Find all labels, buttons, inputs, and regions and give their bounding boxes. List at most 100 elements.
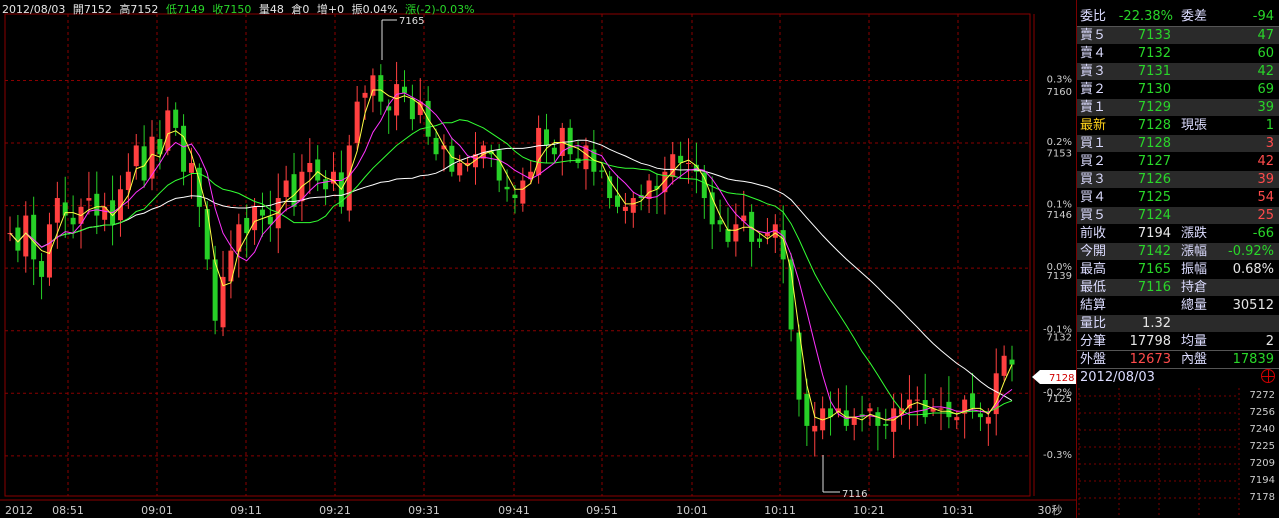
ask-row[interactable]: 賣２ 7130 69 [1077,81,1279,98]
candle-body [954,417,960,421]
candle-body [23,215,29,257]
pct-tick-label: 0.2% [1047,137,1072,148]
ohlc-header: 2012/08/03 開7152 高7152 低7149 收7150 量48 倉… [2,1,479,17]
header-low: 低7149 [165,3,205,16]
price-tick-label: 7125 [1047,394,1072,405]
candle-body [812,425,818,432]
order-ratio-row: 委比 -22.38% 委差 -94 [1077,8,1279,25]
intraday-chart[interactable]: 0.3%0.2%0.1%0.0%-0.1%-0.2%-0.3%716071537… [0,0,1076,518]
quote-panel: 委比 -22.38% 委差 -94 賣５ 7133 47 賣４ 7132 60 賣３ 71… [1076,0,1279,518]
candle-body [54,198,60,223]
crosshair-icon[interactable] [1261,369,1275,383]
time-tick-label: 09:21 [319,504,351,517]
time-tick-label: 09:01 [141,504,173,517]
time-tick-label: 10:11 [764,504,796,517]
header-oi-change: 增+0 [316,3,345,16]
candle-body [496,150,502,181]
price-tick-label: 7160 [1047,87,1072,98]
time-tick-label: 09:31 [408,504,440,517]
bid-row[interactable]: 買２ 7127 42 [1077,153,1279,170]
candle-body [985,417,991,424]
header-oi: 倉0 [291,3,310,16]
candle-body [520,180,526,204]
header-volume: 量48 [258,3,284,16]
candle-body [394,84,400,116]
last-price: 7128 [1137,118,1171,133]
time-tick-label: 10:01 [676,504,708,517]
header-open: 開7152 [72,3,112,16]
outer-inner-row: 外盤 12673 內盤 17839 [1080,352,1274,367]
header-date: 2012/08/03 [2,3,66,16]
price-axis: 0.3%0.2%0.1%0.0%-0.1%-0.2%-0.3%716071537… [1043,74,1072,460]
candle-body [977,413,983,418]
candle-body [125,171,131,191]
open-row: 今開 7142 漲幅 -0.92% [1077,243,1279,260]
candle-body [512,194,518,199]
high-marker: 7165 [381,16,424,60]
candle-body [970,393,976,409]
candle-body [244,217,250,234]
candle-body [173,109,179,128]
candle-body [252,206,258,231]
last-price-row[interactable]: 最新 7128 現張 1 [1077,117,1279,134]
candle-body [433,137,439,155]
settle-row: 結算 總量 30512 [1080,298,1274,313]
mini-tick-label: 7194 [1249,475,1275,486]
volume-ratio-row: 量比 1.32 [1077,315,1279,332]
candle-body [188,162,194,173]
candle-body [409,97,415,120]
price-tick-label: 7132 [1047,332,1072,343]
ask-row[interactable]: 賣１ 7129 39 [1077,99,1279,116]
ask-row[interactable]: 賣５ 7133 47 [1077,27,1279,44]
low-marker: 7116 [822,455,867,500]
bid-row[interactable]: 買５ 7124 25 [1077,207,1279,224]
candle-body [323,179,329,190]
price-tick-label: 7139 [1047,271,1072,282]
candle-body [544,129,550,146]
candle-body [94,193,100,216]
low-row: 最低 7116 持倉 [1077,279,1279,296]
candle-body [449,145,455,172]
candle-body [165,110,171,151]
candle-body [1001,355,1007,376]
candle-body [133,145,139,167]
bid-row[interactable]: 買１ 7128 3 [1077,135,1279,152]
prev-close-row: 前收 7194 漲跌 -66 [1080,226,1274,241]
candle-body [181,125,187,172]
bid-row[interactable]: 買４ 7125 54 [1077,189,1279,206]
candle-body [701,172,707,199]
mini-tick-label: 7272 [1249,390,1275,401]
candle-body [599,170,605,172]
mini-tick-label: 7225 [1249,441,1275,452]
candle-body [259,209,265,216]
candle-body [401,86,407,93]
time-tick-label: 09:51 [586,504,618,517]
candle-body [851,417,857,425]
candle-body [46,224,52,278]
candle-body [804,393,810,426]
time-tick-label: 09:41 [498,504,530,517]
time-tick-label: 30秒 [1038,503,1063,517]
bid-row[interactable]: 買３ 7126 39 [1077,171,1279,188]
candle-body [938,408,944,410]
ask-row[interactable]: 賣３ 7131 42 [1077,63,1279,80]
order-diff-label: 委差 [1181,9,1208,24]
ask-row[interactable]: 賣４ 7132 60 [1077,45,1279,62]
candle-body [39,261,45,277]
chart-grid [0,13,1076,501]
now-qty-label: 現張 [1181,118,1208,133]
candle-body [1009,359,1015,365]
candle-body [914,399,920,401]
order-ratio-label: 委比 [1080,9,1107,24]
time-axis: 2012 08:51 09:01 09:11 09:21 09:31 09:41 09:51 1… [5,503,1063,517]
candle-body [536,127,542,176]
price-tick-label: 7153 [1047,148,1072,159]
candle-body [457,162,463,176]
pct-tick-label: -0.3% [1043,450,1072,461]
mini-tick-label: 7256 [1249,407,1275,418]
low-annotation: 7116 [842,489,867,500]
mini-chart-date: 2012/08/03 [1080,370,1155,385]
time-tick-label: 10:21 [853,504,885,517]
high-row: 最高 7165 振幅 0.68% [1080,262,1274,277]
time-tick-label: 2012 [5,504,33,517]
